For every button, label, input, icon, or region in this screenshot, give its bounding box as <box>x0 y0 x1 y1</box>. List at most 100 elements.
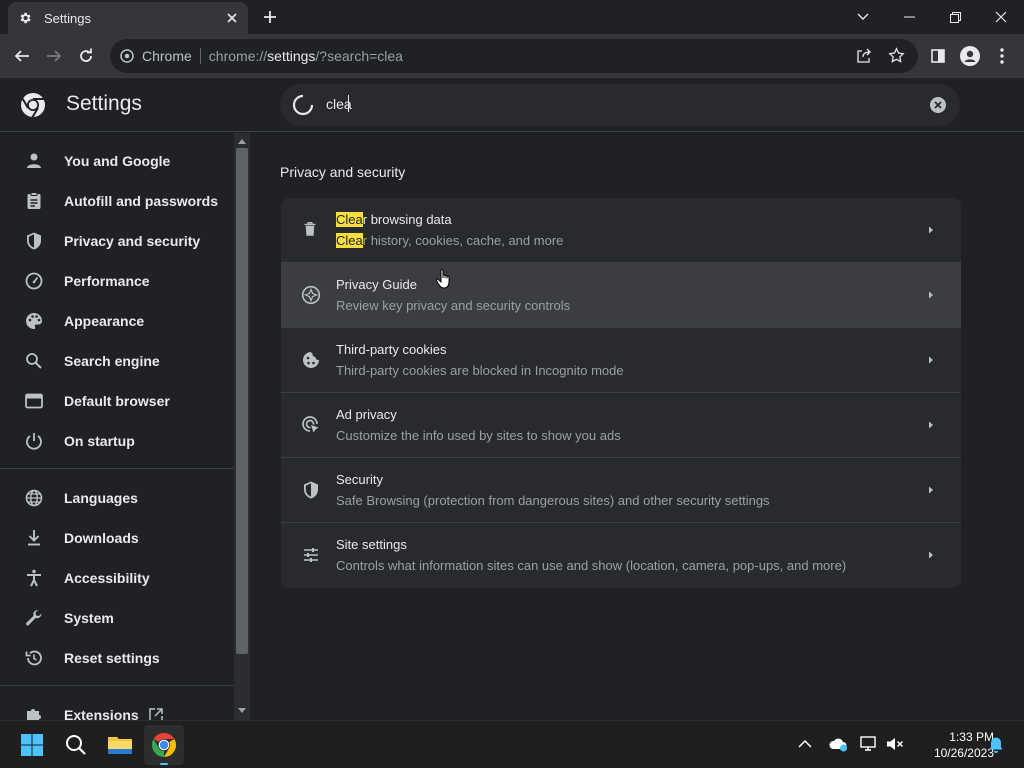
shield-icon <box>301 480 321 500</box>
browser-icon <box>24 391 44 411</box>
tab-settings[interactable]: Settings <box>8 2 248 34</box>
power-icon <box>24 431 44 451</box>
sidebar-item-search-engine[interactable]: Search engine <box>0 341 234 381</box>
gauge-icon <box>24 271 44 291</box>
row-privacy-guide[interactable]: Privacy Guide Review key privacy and sec… <box>281 263 961 328</box>
chrome-site-icon[interactable] <box>120 49 134 63</box>
file-explorer-icon[interactable] <box>100 725 140 765</box>
new-tab-button[interactable] <box>258 5 282 29</box>
trash-icon <box>301 220 321 240</box>
row-security[interactable]: Security Safe Browsing (protection from … <box>281 458 961 523</box>
person-icon <box>24 151 44 171</box>
chevron-right-icon <box>925 224 937 236</box>
row-title: Clear browsing data <box>336 212 452 227</box>
row-title: Security <box>336 472 383 487</box>
notification-bell-icon[interactable] <box>988 736 1004 754</box>
taskbar: 1:33 PM 10/26/2023 <box>0 720 1024 768</box>
sidebar-item-autofill[interactable]: Autofill and passwords <box>0 181 234 221</box>
row-clear-browsing-data[interactable]: Clear browsing data Clear history, cooki… <box>281 198 961 263</box>
row-title-rest: r browsing data <box>362 212 452 227</box>
shield-icon <box>24 231 44 251</box>
sidebar-item-label: Reset settings <box>64 650 160 666</box>
sidebar-item-performance[interactable]: Performance <box>0 261 234 301</box>
profile-avatar[interactable] <box>956 42 984 70</box>
sidebar-item-label: System <box>64 610 114 626</box>
tab-search-button[interactable] <box>840 2 886 32</box>
sidebar-item-you-and-google[interactable]: You and Google <box>0 141 234 181</box>
reset-icon <box>24 648 44 668</box>
address-bar[interactable]: Chrome chrome://settings/?search=clea <box>110 39 918 73</box>
sidebar-item-label: You and Google <box>64 153 171 169</box>
bookmark-star-icon[interactable] <box>888 47 905 64</box>
puzzle-icon <box>24 705 44 720</box>
row-title: Third-party cookies <box>336 342 447 357</box>
text-caret <box>348 95 349 112</box>
search-match-highlight: Clea <box>336 212 363 227</box>
volume-muted-icon[interactable] <box>886 736 904 752</box>
share-icon[interactable] <box>856 48 872 64</box>
row-title: Privacy Guide <box>336 277 417 292</box>
clock-date: 10/26/2023 <box>933 746 994 760</box>
row-subtitle: Controls what information sites can use … <box>336 558 847 573</box>
taskbar-search-icon[interactable] <box>56 725 96 765</box>
reload-button[interactable] <box>72 42 100 70</box>
sidebar-item-languages[interactable]: Languages <box>0 478 234 518</box>
back-button[interactable] <box>8 42 36 70</box>
side-panel-button[interactable] <box>924 42 952 70</box>
row-ad-privacy[interactable]: Ad privacy Customize the info used by si… <box>281 393 961 458</box>
cookie-icon <box>301 350 321 370</box>
clear-search-icon[interactable] <box>930 97 946 113</box>
sidebar-item-reset[interactable]: Reset settings <box>0 638 234 678</box>
sidebar-item-privacy[interactable]: Privacy and security <box>0 221 234 261</box>
active-app-indicator <box>160 763 168 765</box>
scroll-down-arrow-icon[interactable] <box>238 708 246 713</box>
tab-title: Settings <box>44 10 91 26</box>
close-tab-icon[interactable] <box>226 12 238 24</box>
sidebar-scroll-thumb[interactable] <box>236 148 248 654</box>
scroll-up-arrow-icon[interactable] <box>238 139 246 144</box>
close-window-button[interactable] <box>978 2 1024 32</box>
row-site-settings[interactable]: Site settings Controls what information … <box>281 523 961 588</box>
accessibility-icon <box>24 568 44 588</box>
sidebar-item-system[interactable]: System <box>0 598 234 638</box>
onedrive-icon[interactable] <box>828 736 848 752</box>
sidebar-item-extensions[interactable]: Extensions <box>0 695 234 720</box>
row-subtitle: Safe Browsing (protection from dangerous… <box>336 493 770 508</box>
network-icon[interactable] <box>860 736 880 752</box>
browser-toolbar: Chrome chrome://settings/?search=clea <box>0 34 1024 78</box>
sidebar-item-label: Privacy and security <box>64 233 201 249</box>
clipboard-icon <box>24 191 44 211</box>
ad-privacy-icon <box>301 415 321 435</box>
sidebar-item-label: Default browser <box>64 393 170 409</box>
sidebar-item-appearance[interactable]: Appearance <box>0 301 234 341</box>
chevron-up-icon[interactable] <box>798 739 812 748</box>
start-button[interactable] <box>12 725 52 765</box>
restore-button[interactable] <box>932 2 978 32</box>
sidebar-item-default-browser[interactable]: Default browser <box>0 381 234 421</box>
more-menu-icon[interactable] <box>988 42 1016 70</box>
sidebar-item-accessibility[interactable]: Accessibility <box>0 558 234 598</box>
row-title: Ad privacy <box>336 407 397 422</box>
sidebar-item-downloads[interactable]: Downloads <box>0 518 234 558</box>
gear-icon <box>18 11 32 25</box>
chevron-right-icon <box>925 419 937 431</box>
sidebar-item-label: Performance <box>64 273 150 289</box>
forward-button[interactable] <box>40 42 68 70</box>
row-subtitle: Third-party cookies are blocked in Incog… <box>336 363 624 378</box>
row-subtitle: Clear history, cookies, cache, and more <box>336 233 563 248</box>
settings-search-input[interactable]: clea <box>280 84 960 126</box>
taskbar-clock[interactable]: 1:33 PM 10/26/2023 <box>912 729 994 761</box>
sidebar-item-label: Accessibility <box>64 570 150 586</box>
chevron-right-icon <box>925 354 937 366</box>
sidebar-item-label: Autofill and passwords <box>64 193 219 209</box>
loading-spinner-icon <box>292 94 314 116</box>
minimize-button[interactable] <box>886 2 932 32</box>
chrome-taskbar-icon[interactable] <box>144 725 184 765</box>
row-third-party-cookies[interactable]: Third-party cookies Third-party cookies … <box>281 328 961 393</box>
sliders-icon <box>301 545 321 565</box>
external-link-icon <box>148 707 164 720</box>
sidebar-item-on-startup[interactable]: On startup <box>0 421 234 461</box>
sidebar-item-label: Appearance <box>64 313 145 329</box>
settings-header: Settings clea <box>0 78 1024 132</box>
page-title: Settings <box>66 92 142 115</box>
